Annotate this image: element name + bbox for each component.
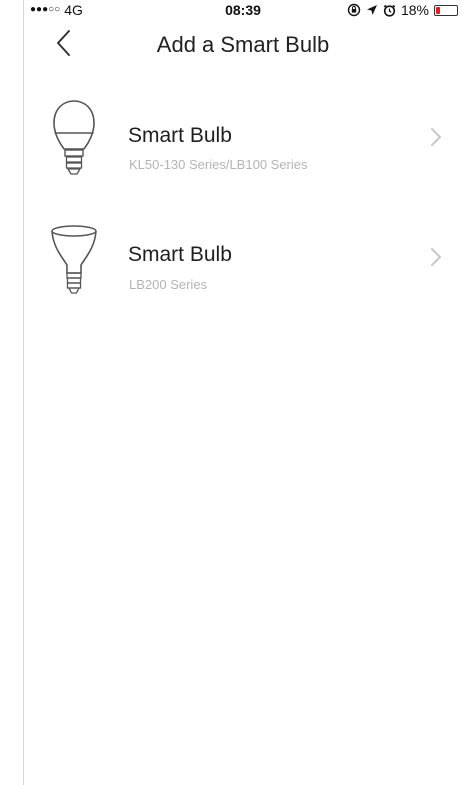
device-list: Smart Bulb KL50-130 Series/LB100 Series … (24, 95, 462, 319)
nav-bar: Add a Smart Bulb (24, 20, 462, 70)
device-row-smart-bulb-lb200[interactable]: Smart Bulb LB200 Series (24, 207, 462, 319)
location-arrow-icon (366, 4, 378, 16)
alarm-icon (383, 4, 396, 17)
device-series: LB200 Series (129, 277, 208, 292)
page-title: Add a Smart Bulb (156, 32, 330, 57)
screen: ●●●○○ 4G 08:39 18% Add a Smart Bulb Smar… (0, 0, 462, 785)
device-series: KL50-130 Series/LB100 Series (129, 157, 308, 172)
status-right: 18% (347, 2, 458, 18)
rotation-lock-icon (347, 3, 361, 17)
status-bar: ●●●○○ 4G 08:39 18% (24, 0, 462, 20)
device-name: Smart Bulb (128, 124, 232, 147)
device-name: Smart Bulb (128, 243, 232, 266)
battery-percent: 18% (400, 2, 429, 18)
br30-flood-bulb-icon (51, 225, 97, 294)
a19-bulb-icon (53, 100, 95, 175)
chevron-right-icon (431, 128, 441, 146)
device-row-smart-bulb-kl50-lb100[interactable]: Smart Bulb KL50-130 Series/LB100 Series (24, 95, 462, 207)
battery-level (436, 7, 440, 14)
chevron-right-icon (431, 248, 441, 266)
battery-icon (434, 5, 458, 16)
